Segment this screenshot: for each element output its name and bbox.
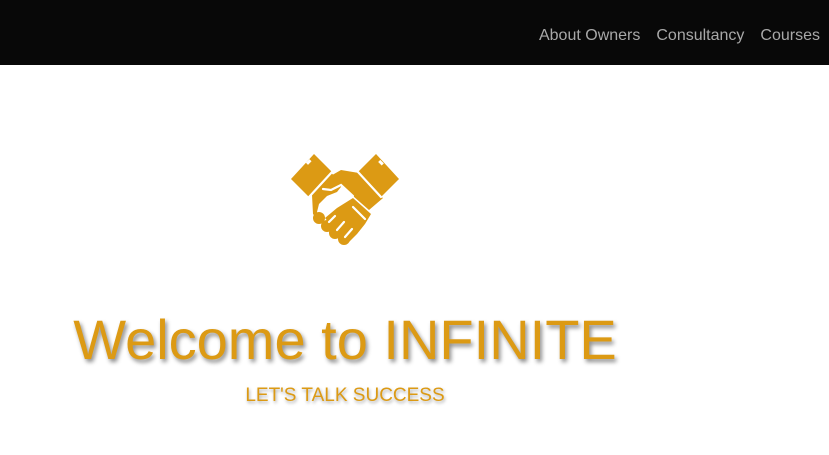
- nav-link-consultancy[interactable]: Consultancy: [656, 27, 744, 45]
- top-navbar: About Owners Consultancy Courses: [0, 0, 829, 65]
- handshake-icon: [291, 154, 399, 245]
- page-title: Welcome to INFINITE: [73, 308, 617, 371]
- hero-section: Welcome to INFINITE LET'S TALK SUCCESS: [0, 65, 829, 455]
- nav-menu: About Owners Consultancy Courses: [539, 27, 820, 45]
- page-subtitle: LET'S TALK SUCCESS: [245, 385, 445, 406]
- nav-link-courses[interactable]: Courses: [760, 27, 820, 45]
- nav-link-about-owners[interactable]: About Owners: [539, 27, 640, 45]
